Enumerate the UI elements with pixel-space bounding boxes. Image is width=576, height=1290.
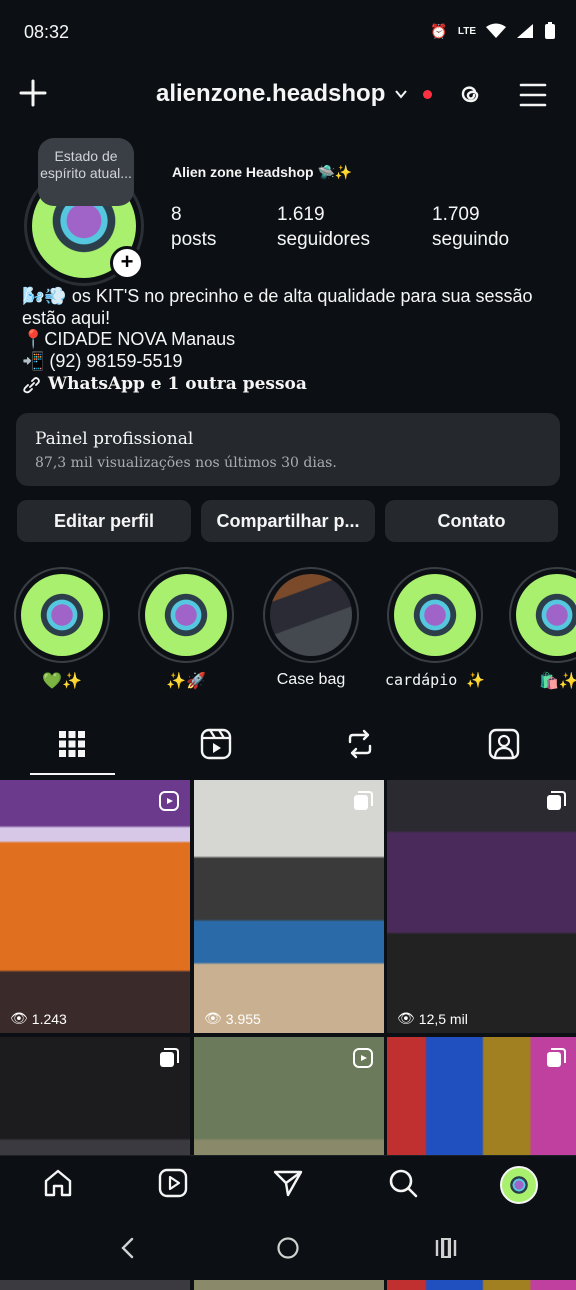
highlight-item[interactable]: ✨🚀	[136, 567, 236, 691]
contact-button[interactable]: Contato	[385, 500, 558, 542]
recent-apps-icon[interactable]	[434, 1236, 458, 1260]
bio-line: 🌬️💨 os KIT'S no precinho e de alta quali…	[22, 286, 533, 328]
highlight-ring	[387, 567, 483, 663]
post-views: 👁 12,5 mil	[397, 1010, 468, 1027]
stat-label: posts	[171, 229, 217, 250]
highlight-cover	[145, 574, 227, 656]
network-label: LTE	[457, 25, 476, 37]
eye-icon: 👁	[10, 1010, 28, 1026]
stat-value: 1.619	[277, 204, 325, 225]
eye-icon: 👁	[204, 1010, 222, 1026]
views-count: 12,5 mil	[418, 1010, 468, 1027]
profile-nav-avatar[interactable]	[500, 1166, 538, 1204]
menu-icon[interactable]	[518, 80, 548, 110]
highlight-ring	[14, 567, 110, 663]
panel-subtitle: 87,3 mil visualizações nos últimos 30 di…	[35, 455, 337, 471]
highlight-item[interactable]: 💚✨	[12, 567, 112, 691]
stat-posts[interactable]: 8 posts	[171, 202, 216, 252]
home-button-icon[interactable]	[276, 1236, 300, 1260]
highlight-ring	[509, 567, 576, 663]
bio-line: 📍CIDADE NOVA Manaus	[22, 329, 236, 349]
highlight-cover	[270, 574, 352, 656]
highlight-ring	[263, 567, 359, 663]
highlight-item[interactable]: Case bag	[261, 567, 361, 689]
post-tile[interactable]: 👁 1.243	[0, 780, 190, 1033]
reels-nav-icon[interactable]	[157, 1167, 189, 1199]
signal-icon	[517, 24, 533, 38]
stat-following[interactable]: 1.709 seguindo	[432, 202, 509, 252]
bio-line: 📲 (92) 98159-5519	[22, 350, 183, 371]
profile-bio: 🌬️💨 os KIT'S no precinho e de alta quali…	[22, 286, 542, 396]
highlight-label: Case bag	[276, 671, 346, 688]
stat-value: 8	[171, 204, 182, 225]
threads-icon[interactable]	[454, 80, 484, 110]
create-plus-icon[interactable]	[18, 78, 48, 108]
stat-followers[interactable]: 1.619 seguidores	[277, 202, 370, 252]
back-icon[interactable]	[118, 1236, 138, 1260]
carousel-icon	[547, 791, 566, 810]
highlight-label: 💚✨	[42, 673, 82, 690]
highlight-item[interactable]: cardápio ✨	[385, 567, 485, 689]
highlight-item[interactable]: 🛍️✨	[509, 567, 576, 691]
reel-icon	[159, 791, 179, 811]
post-tile[interactable]: 👁 3.955	[194, 780, 384, 1033]
post-views: 👁 3.955	[204, 1010, 261, 1027]
highlight-label: cardápio ✨	[385, 671, 485, 689]
reel-icon	[353, 1048, 373, 1068]
link-icon	[23, 376, 40, 393]
status-icons: ⏰ LTE	[430, 22, 556, 40]
highlight-ring	[138, 567, 234, 663]
edit-profile-button[interactable]: Editar perfil	[17, 500, 191, 542]
post-views: 👁 1.243	[10, 1010, 67, 1027]
status-time: 08:32	[24, 22, 70, 42]
carousel-icon	[547, 1048, 566, 1067]
wifi-icon	[486, 23, 506, 38]
notification-dot	[423, 89, 433, 99]
note-bubble[interactable]: Estado de espírito atual...	[38, 138, 134, 206]
bio-link[interactable]: WhatsApp e 1 outra pessoa	[22, 374, 542, 396]
share-profile-button[interactable]: Compartilhar p...	[201, 500, 375, 542]
views-count: 3.955	[225, 1010, 261, 1027]
highlight-cover	[516, 574, 576, 656]
active-tab-indicator	[30, 773, 115, 775]
reposts-tab-icon[interactable]	[340, 724, 380, 764]
carousel-icon	[160, 1048, 179, 1067]
professional-dashboard[interactable]: Painel profissional 87,3 mil visualizaçõ…	[16, 413, 560, 486]
reels-tab-icon[interactable]	[196, 724, 236, 764]
search-icon[interactable]	[387, 1167, 419, 1199]
panel-title: Painel profissional	[35, 429, 194, 449]
direct-messages-icon[interactable]	[272, 1167, 304, 1199]
profile-display-name: Alien zone Headshop 🛸✨	[172, 164, 353, 180]
stat-label: seguindo	[432, 229, 510, 250]
chevron-down-icon	[395, 90, 408, 99]
carousel-icon	[354, 791, 373, 810]
alarm-icon: ⏰	[430, 22, 448, 39]
grid-tab-icon[interactable]	[52, 724, 92, 764]
home-icon[interactable]	[42, 1167, 74, 1199]
highlight-label: ✨🚀	[166, 673, 206, 690]
bio-link-text: WhatsApp e 1 outra pessoa	[48, 374, 307, 394]
stat-label: seguidores	[277, 229, 370, 250]
account-switcher[interactable]: alienzone.headshop	[156, 80, 433, 108]
post-tile[interactable]: 👁 12,5 mil	[387, 780, 576, 1033]
highlight-cover	[394, 574, 476, 656]
eye-icon: 👁	[397, 1010, 415, 1026]
stat-value: 1.709	[432, 204, 480, 225]
battery-icon	[545, 22, 555, 39]
highlight-cover	[21, 574, 103, 656]
username: alienzone.headshop	[156, 80, 386, 107]
tagged-tab-icon[interactable]	[484, 724, 524, 764]
add-story-plus-icon[interactable]: +	[110, 246, 144, 280]
highlight-label: 🛍️✨	[539, 673, 576, 690]
views-count: 1.243	[31, 1010, 67, 1027]
